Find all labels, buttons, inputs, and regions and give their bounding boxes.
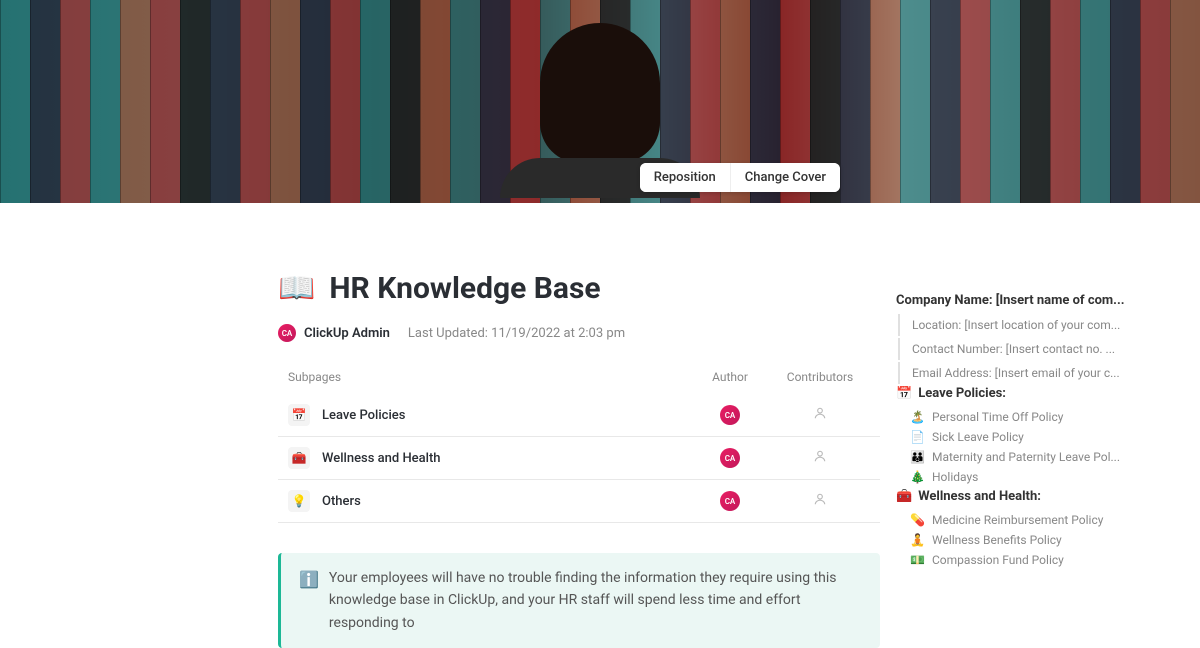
- subpage-name: Wellness and Health: [322, 451, 690, 466]
- callout-text: Your employees will have no trouble find…: [329, 567, 862, 634]
- company-name-heading[interactable]: Company Name: [Insert name of com...: [896, 293, 1170, 308]
- calendar-icon: 📅: [896, 386, 912, 401]
- page-title-row: 📖 HR Knowledge Base: [278, 271, 880, 306]
- subpage-row-leave-policies[interactable]: 📅 Leave Policies CA: [278, 394, 880, 437]
- author-row: CA ClickUp Admin Last Updated: 11/19/202…: [278, 324, 880, 342]
- doc-icon: 📄: [910, 430, 926, 444]
- page-title[interactable]: HR Knowledge Base: [329, 271, 600, 306]
- cover-banner: Reposition Change Cover: [0, 0, 1200, 203]
- reposition-button[interactable]: Reposition: [640, 163, 731, 192]
- sidebar-link-pto[interactable]: 🏝️Personal Time Off Policy: [896, 407, 1170, 427]
- subpage-name: Others: [322, 494, 690, 509]
- subpage-author: CA: [690, 491, 770, 511]
- outline-sidebar: Company Name: [Insert name of com... Loc…: [880, 203, 1200, 648]
- yoga-icon: 🧘: [910, 533, 926, 547]
- tree-icon: 🎄: [910, 470, 926, 484]
- person-icon: [813, 406, 827, 420]
- contributors-cell: [770, 449, 870, 467]
- location-field[interactable]: Location: [Insert location of your com..…: [898, 314, 1170, 336]
- cover-actions: Reposition Change Cover: [640, 163, 840, 192]
- info-callout: ℹ️ Your employees will have no trouble f…: [278, 553, 880, 648]
- island-icon: 🏝️: [910, 410, 926, 424]
- subpage-name: Leave Policies: [322, 408, 690, 423]
- toolbox-icon: 🧰: [896, 489, 912, 504]
- change-cover-button[interactable]: Change Cover: [731, 163, 840, 192]
- calendar-icon: 📅: [288, 404, 310, 426]
- last-updated: Last Updated: 11/19/2022 at 2:03 pm: [408, 326, 625, 341]
- bulb-icon: 💡: [288, 490, 310, 512]
- leave-policies-heading[interactable]: 📅 Leave Policies:: [896, 386, 1170, 401]
- contact-field[interactable]: Contact Number: [Insert contact no. ...: [898, 338, 1170, 360]
- subpage-author: CA: [690, 448, 770, 468]
- sidebar-link-sick[interactable]: 📄Sick Leave Policy: [896, 427, 1170, 447]
- subpage-row-wellness[interactable]: 🧰 Wellness and Health CA: [278, 437, 880, 480]
- col-header-contributors: Contributors: [770, 370, 870, 384]
- sidebar-link-wellness[interactable]: 🧘Wellness Benefits Policy: [896, 530, 1170, 550]
- sidebar-link-compassion[interactable]: 💵Compassion Fund Policy: [896, 550, 1170, 570]
- sidebar-link-maternity[interactable]: 👪Maternity and Paternity Leave Pol...: [896, 447, 1170, 467]
- email-field[interactable]: Email Address: [Insert email of your c..…: [898, 362, 1170, 384]
- contributors-cell: [770, 492, 870, 510]
- money-icon: 💵: [910, 553, 926, 567]
- toolbox-icon: 🧰: [288, 447, 310, 469]
- pill-icon: 💊: [910, 513, 926, 527]
- page-icon[interactable]: 📖: [278, 271, 315, 306]
- author-avatar[interactable]: CA: [278, 324, 296, 342]
- sidebar-link-medicine[interactable]: 💊Medicine Reimbursement Policy: [896, 510, 1170, 530]
- info-icon: ℹ️: [299, 567, 319, 634]
- subpage-author: CA: [690, 405, 770, 425]
- contributors-cell: [770, 406, 870, 424]
- sidebar-link-holidays[interactable]: 🎄Holidays: [896, 467, 1170, 487]
- author-name: ClickUp Admin: [304, 326, 390, 341]
- subpages-header: Subpages Author Contributors: [278, 370, 880, 394]
- col-header-author: Author: [690, 370, 770, 384]
- person-icon: [813, 449, 827, 463]
- wellness-heading[interactable]: 🧰 Wellness and Health:: [896, 489, 1170, 504]
- family-icon: 👪: [910, 450, 926, 464]
- person-icon: [813, 492, 827, 506]
- col-header-subpages: Subpages: [288, 370, 690, 384]
- subpage-row-others[interactable]: 💡 Others CA: [278, 480, 880, 523]
